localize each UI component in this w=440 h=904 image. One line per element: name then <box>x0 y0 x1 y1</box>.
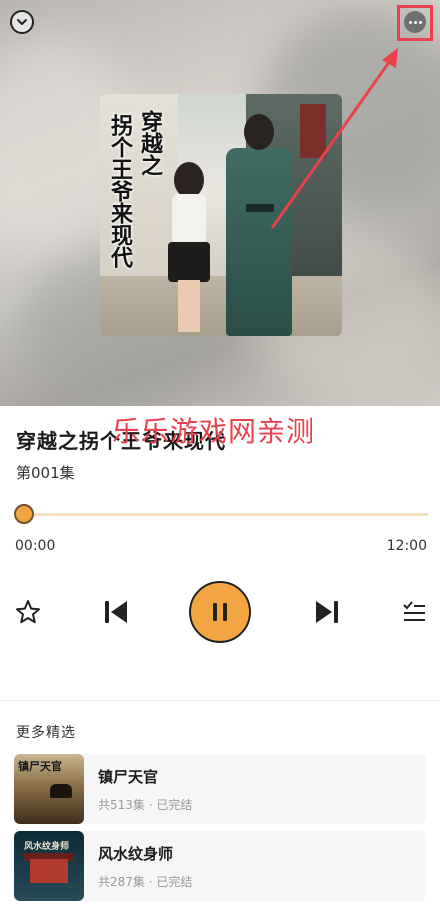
favorite-button[interactable] <box>14 598 42 626</box>
thumbnail-title: 镇尸天官 <box>18 760 62 773</box>
thumbnail-title: 风水纹身师 <box>24 842 70 852</box>
cover-art: 穿越之 拐个王爷来现代 <box>100 94 342 336</box>
cover-title-line1: 穿越之 <box>137 110 163 176</box>
total-time: 12:00 <box>386 538 427 554</box>
cover-title-line2: 拐个王爷来现代 <box>107 114 133 268</box>
skip-previous-icon <box>105 601 127 623</box>
star-icon <box>16 600 40 624</box>
section-divider <box>0 700 440 701</box>
progress-knob[interactable] <box>14 504 34 524</box>
recommendation-name: 风水纹身师 <box>98 845 174 863</box>
previous-button[interactable] <box>102 598 130 626</box>
pause-button[interactable] <box>189 581 251 643</box>
cover-figure-man <box>222 114 296 336</box>
cover-figure-girl <box>162 162 216 332</box>
collapse-button[interactable] <box>10 10 34 34</box>
section-title: 更多精选 <box>16 725 76 741</box>
recommendation-meta: 共513集 · 已完结 <box>98 798 193 812</box>
progress-bar[interactable] <box>24 513 428 516</box>
current-time: 00:00 <box>15 538 56 554</box>
chevron-down-icon <box>17 19 27 25</box>
playlist-button[interactable] <box>400 598 428 626</box>
episode-label: 第001集 <box>16 464 75 482</box>
recommendation-item[interactable]: 镇尸天官 镇尸天官 共513集 · 已完结 <box>14 754 426 824</box>
next-button[interactable] <box>313 598 341 626</box>
recommendation-thumbnail: 镇尸天官 <box>14 754 84 824</box>
watermark-text: 乐乐游戏网亲测 <box>112 415 316 448</box>
recommendation-thumbnail: 风水纹身师 <box>14 831 84 901</box>
playlist-icon <box>403 601 425 621</box>
pause-icon <box>213 603 227 621</box>
recommendation-meta: 共287集 · 已完结 <box>98 875 193 889</box>
recommendation-name: 镇尸天官 <box>98 768 159 786</box>
annotation-highlight-box <box>397 5 433 41</box>
skip-next-icon <box>316 601 338 623</box>
recommendation-item[interactable]: 风水纹身师 风水纹身师 共287集 · 已完结 <box>14 831 426 901</box>
